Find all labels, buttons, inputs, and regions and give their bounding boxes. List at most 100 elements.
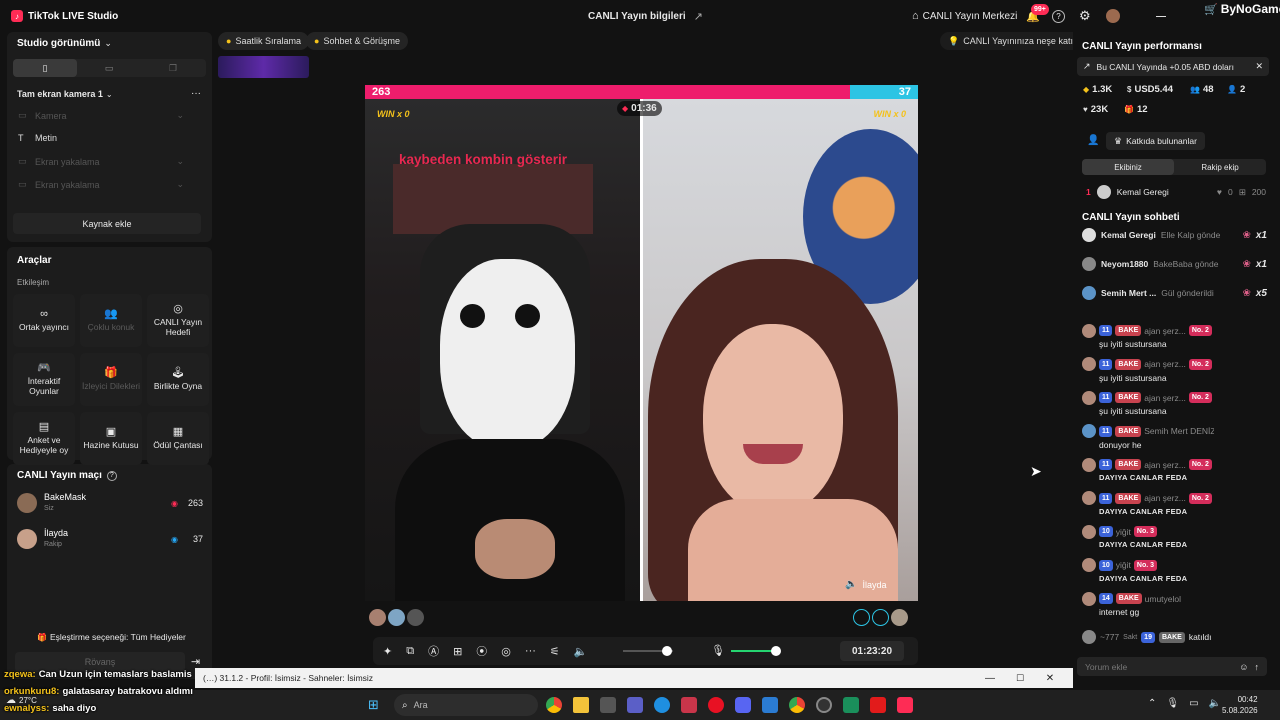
chat-username[interactable]: umutyelol xyxy=(1145,594,1181,604)
app-icon[interactable] xyxy=(843,697,859,713)
tool-button[interactable]: ▦ Ödül Çantası xyxy=(147,412,209,465)
avatar[interactable] xyxy=(1082,390,1096,405)
studio-view-dropdown[interactable]: Studio görünümü ⌄ xyxy=(17,38,112,49)
close-icon[interactable]: ✕ xyxy=(1035,673,1065,684)
file-explorer-icon[interactable] xyxy=(573,697,589,713)
volume-slider-handle[interactable] xyxy=(662,646,672,656)
display-icon[interactable]: ▭ xyxy=(1189,698,1198,709)
chrome-icon[interactable] xyxy=(546,697,562,713)
avatar[interactable] xyxy=(891,609,908,626)
camera-settings-icon[interactable]: ◎ xyxy=(501,645,511,658)
source-item[interactable]: ▭ Ekran yakalama ⌄ xyxy=(18,156,184,167)
obs-icon[interactable] xyxy=(816,697,832,713)
add-source-button[interactable]: Kaynak ekle xyxy=(13,213,201,234)
matching-option[interactable]: 🎁 Eşleştirme seçeneği: Tüm Hediyeler xyxy=(37,632,186,642)
more-options-icon[interactable]: ··· xyxy=(191,88,201,99)
microphone-icon[interactable]: 🎙 xyxy=(1166,698,1179,709)
exit-icon[interactable]: ⇥ xyxy=(191,655,200,668)
tool-button[interactable]: 🎮 İnteraktif Oyunlar xyxy=(13,353,75,406)
avatar[interactable] xyxy=(1082,558,1096,572)
contributors-button[interactable]: ♛ Katkıda bulunanlar xyxy=(1106,132,1205,150)
mic-slider-handle[interactable] xyxy=(771,646,781,656)
close-icon[interactable]: ✕ xyxy=(1255,61,1263,72)
add-media-icon[interactable]: ⊞ xyxy=(453,645,462,658)
taskbar-search[interactable]: ⌕ Ara xyxy=(394,694,538,716)
maximize-icon[interactable]: ☐ xyxy=(1005,673,1035,684)
match-player-row[interactable]: İlayda Rakip ◉ 37 xyxy=(17,528,203,550)
volume-icon[interactable]: 🔈 xyxy=(574,645,588,658)
tab-your-team[interactable]: Ekibiniz xyxy=(1082,159,1174,175)
more-icon[interactable]: ··· xyxy=(525,645,536,657)
chat-username[interactable]: yiğit xyxy=(1116,560,1131,570)
top-contributor-row[interactable]: 1 Kemal Geregi ♥ 0 ⊞ 200 xyxy=(1086,185,1266,199)
tool-button[interactable]: 🎁 İzleyici Dilekleri xyxy=(80,353,142,406)
opera-icon[interactable] xyxy=(708,697,724,713)
office-icon[interactable] xyxy=(681,697,697,713)
teams-icon[interactable] xyxy=(627,697,643,713)
chrome-icon[interactable] xyxy=(789,697,805,713)
avatar[interactable] xyxy=(1082,491,1096,505)
gear-icon[interactable]: ⚙ xyxy=(1079,8,1091,24)
comment-input[interactable]: Yorum ekle xyxy=(1085,662,1233,672)
microphone-icon[interactable]: 🎙 xyxy=(711,644,725,657)
chat-username[interactable]: yiğit xyxy=(1116,527,1131,537)
discord-icon[interactable] xyxy=(735,697,751,713)
chevron-up-icon[interactable]: ⌃ xyxy=(1148,698,1156,709)
tool-button[interactable]: ∞ Ortak yayıncı xyxy=(13,294,75,347)
avatar[interactable] xyxy=(1082,591,1096,606)
mic-slider[interactable] xyxy=(731,650,776,652)
landscape-mode-icon[interactable]: ▭ xyxy=(77,59,141,77)
avatar[interactable] xyxy=(1082,357,1096,371)
avatar[interactable] xyxy=(1082,323,1096,338)
edge-icon[interactable] xyxy=(654,697,670,713)
youtube-icon[interactable] xyxy=(870,697,886,713)
avatar[interactable] xyxy=(853,609,870,626)
chat-username[interactable]: Semih Mert DENİZ xyxy=(1144,426,1214,436)
windows-start-icon[interactable]: ⊞ xyxy=(368,697,379,713)
comment-box[interactable]: Yorum ekle ☺ ↑ xyxy=(1077,657,1267,676)
avatar[interactable] xyxy=(1082,457,1096,472)
hourly-rank-chip[interactable]: ● Saatlik Sıralama xyxy=(218,32,309,50)
avatar[interactable] xyxy=(872,609,889,626)
tiktok-icon[interactable] xyxy=(897,697,913,713)
avatar[interactable] xyxy=(1082,424,1096,438)
mail-icon[interactable] xyxy=(762,697,778,713)
clock[interactable]: 00:42 5.08.2026 xyxy=(1222,694,1258,716)
tool-button[interactable]: ▤ Anket ve Hediyeyle oy xyxy=(13,412,75,465)
avatar[interactable] xyxy=(1082,524,1096,539)
chat-username[interactable]: ajan şerz... xyxy=(1144,326,1186,336)
layers-mode-icon[interactable]: ❐ xyxy=(141,59,205,77)
emoji-icon[interactable]: ☺ xyxy=(1239,662,1248,672)
screen-capture-icon[interactable]: ⧉ xyxy=(406,645,414,658)
help-icon[interactable]: ? xyxy=(106,470,117,481)
tool-button[interactable]: ▣ Hazine Kutusu xyxy=(80,412,142,465)
tool-button[interactable]: 🕹 Birlikte Oyna xyxy=(147,353,209,406)
scene-dropdown[interactable]: Tam ekran kamera 1 ⌄ xyxy=(17,89,113,99)
mixer-icon[interactable]: ⚟ xyxy=(550,645,560,658)
chat-username[interactable]: ajan şerz... xyxy=(1144,460,1186,470)
ai-icon[interactable]: Ⓐ xyxy=(428,643,439,659)
avatar[interactable] xyxy=(369,609,386,626)
speaker-icon[interactable]: 🔈 xyxy=(845,579,857,590)
avatar[interactable] xyxy=(407,609,424,626)
source-item[interactable]: ▭ Kamera ⌄ xyxy=(18,110,184,121)
tool-button[interactable]: ◎ CANLI Yayın Hedefi xyxy=(147,294,209,347)
share-icon[interactable]: ↗ xyxy=(694,10,703,23)
minimize-icon[interactable] xyxy=(1156,16,1166,17)
minimize-icon[interactable]: — xyxy=(975,673,1005,684)
fun-tip-chip[interactable]: 💡 CANLI Yayınınıza neşe katın xyxy=(940,32,1086,50)
record-icon[interactable]: ⦿ xyxy=(476,643,487,659)
source-item[interactable]: T Metin xyxy=(18,133,184,143)
chat-username[interactable]: ajan şerz... xyxy=(1144,393,1186,403)
store-icon[interactable] xyxy=(600,697,616,713)
live-info-header[interactable]: CANLI Yayın bilgileri ↗ xyxy=(588,10,703,23)
speaker-icon[interactable]: 🔈 xyxy=(1209,698,1221,709)
event-banner-image[interactable] xyxy=(218,56,309,78)
add-user-icon[interactable]: 👤 xyxy=(1087,135,1099,146)
tab-rival-team[interactable]: Rakip ekip xyxy=(1174,159,1266,175)
magic-wand-icon[interactable]: ✦ xyxy=(383,645,392,658)
portrait-mode-icon[interactable]: ▯ xyxy=(13,59,77,77)
tool-button[interactable]: 👥 Çoklu konuk xyxy=(80,294,142,347)
match-player-row[interactable]: BakeMask Siz ◉ 263 xyxy=(17,492,203,514)
chat-call-chip[interactable]: ● Sohbet & Görüşme xyxy=(306,32,408,50)
